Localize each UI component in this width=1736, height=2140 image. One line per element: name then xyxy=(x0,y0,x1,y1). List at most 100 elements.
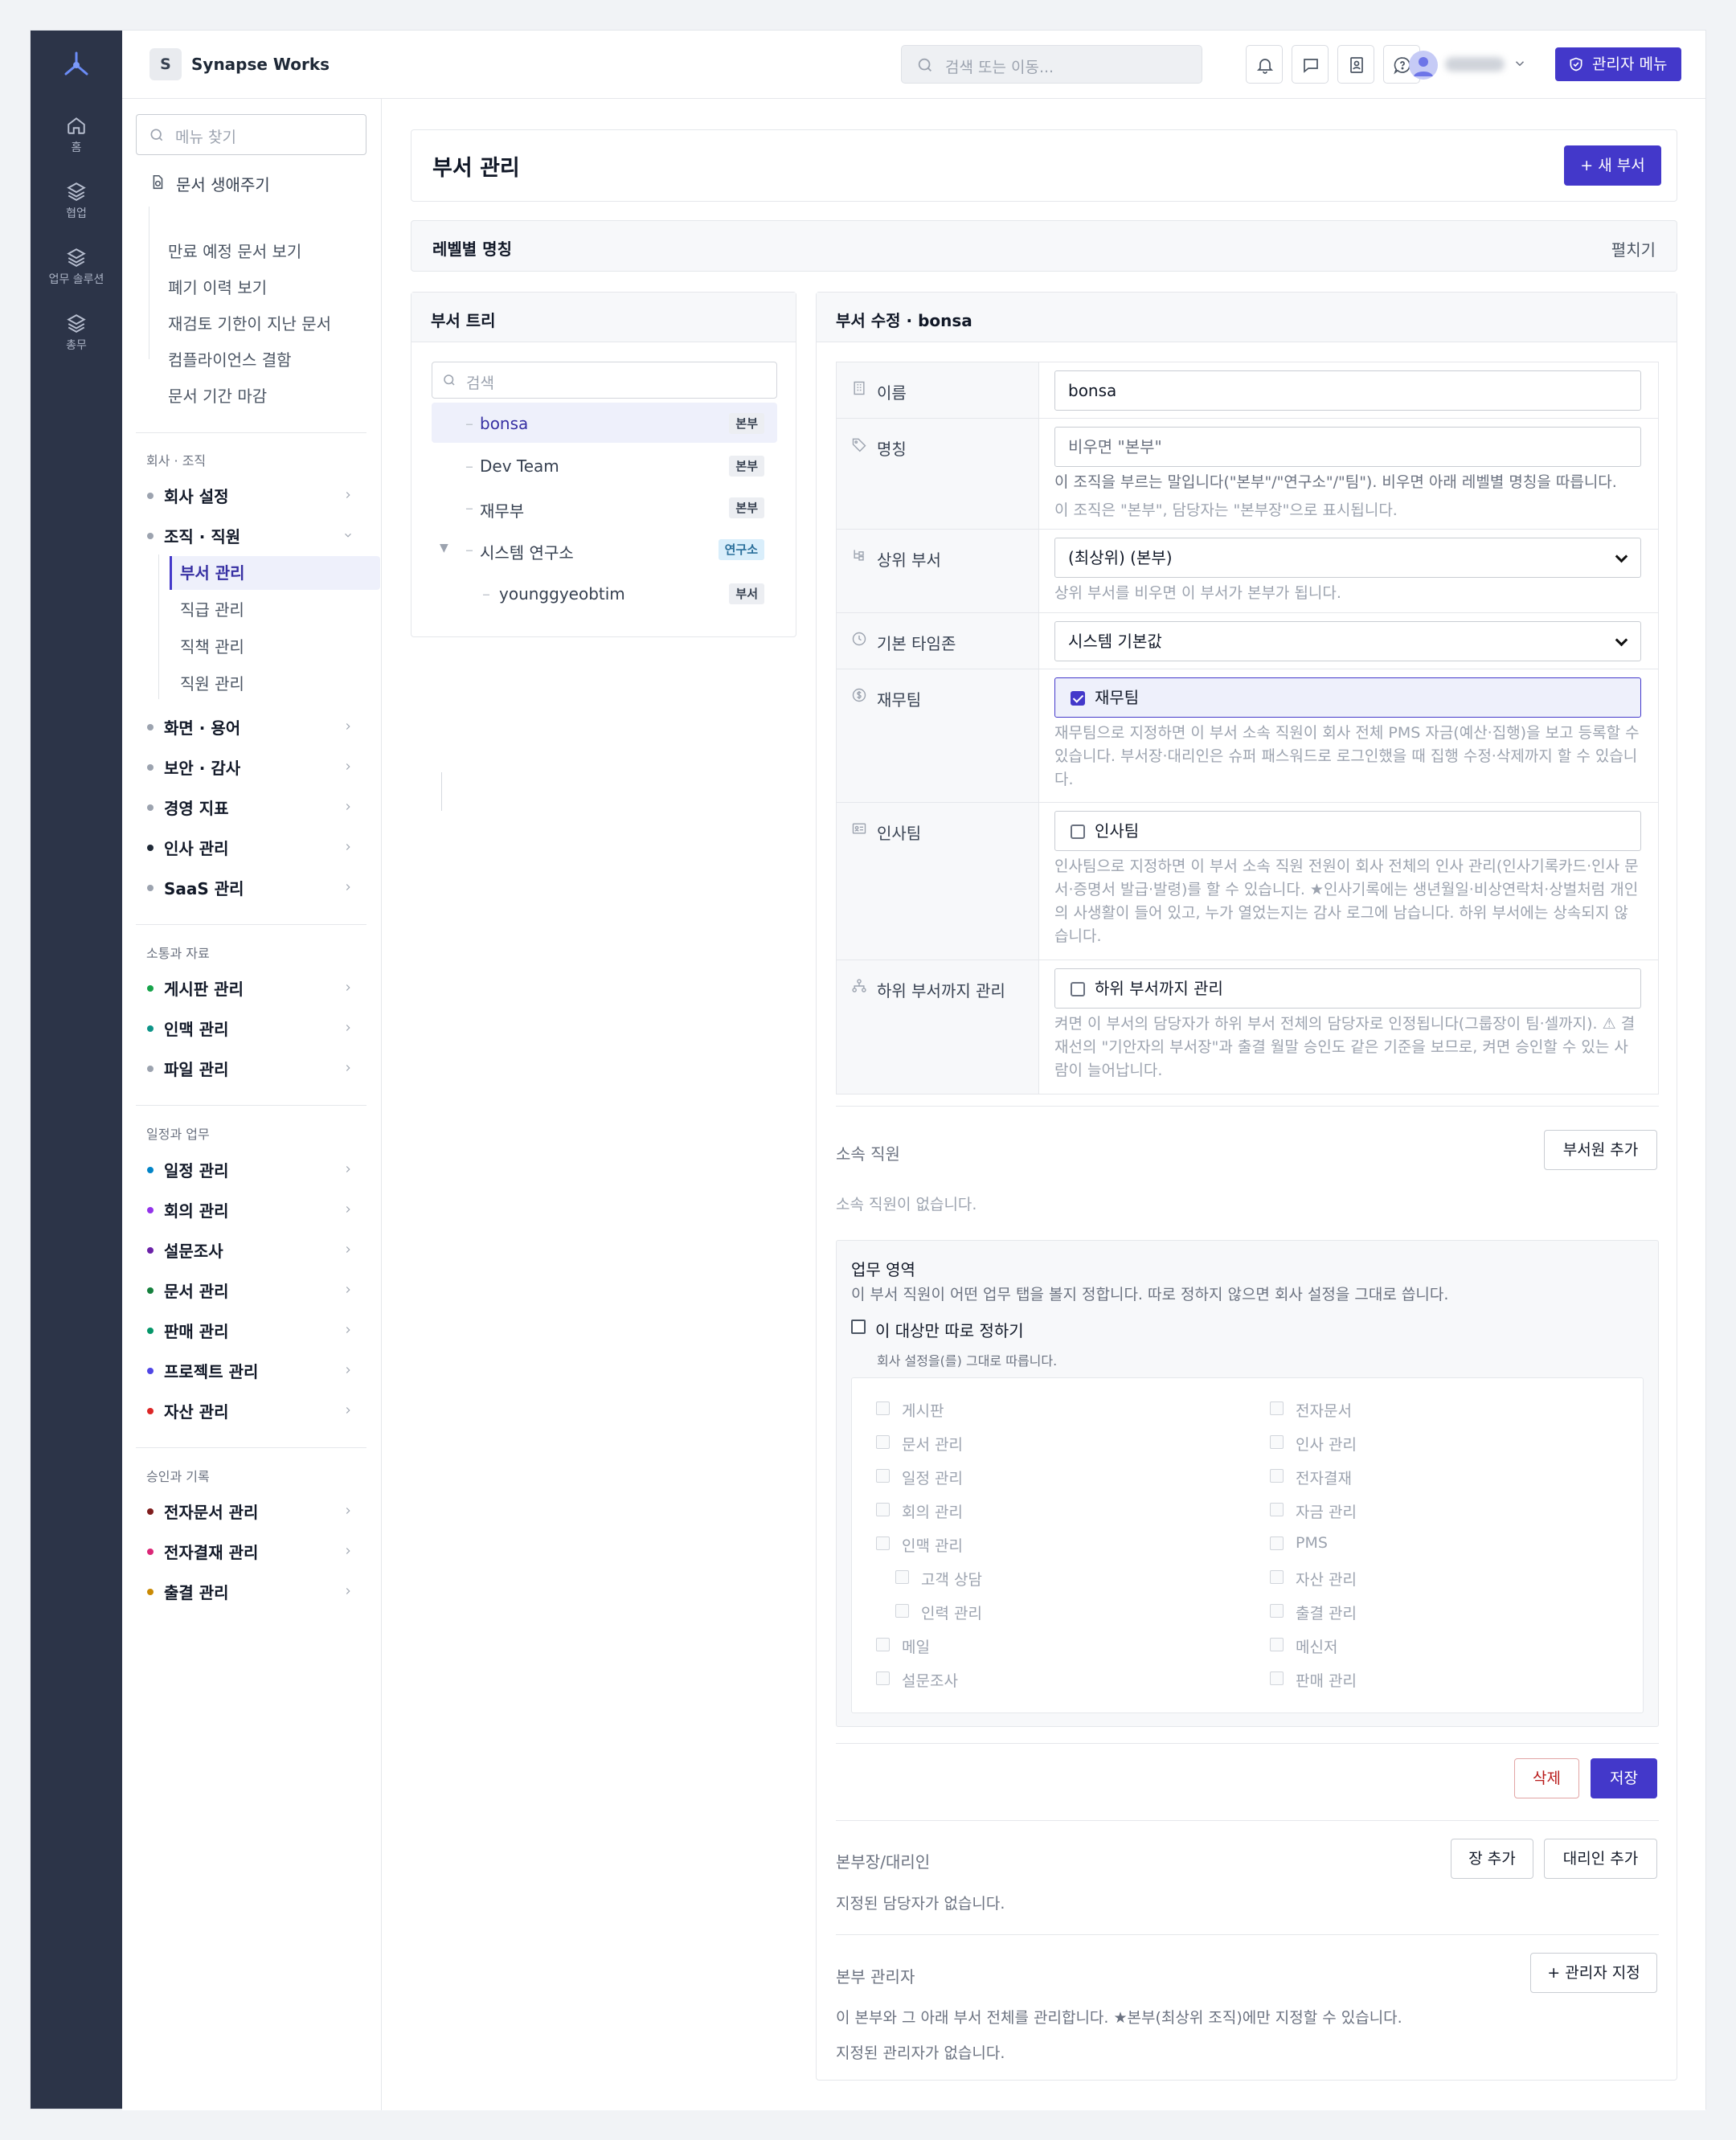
tree-node-bonsa[interactable]: – bonsa 본부 xyxy=(432,403,777,443)
tree-node-system-lab[interactable]: ▼ – 시스템 연구소 연구소 xyxy=(432,529,777,569)
admin-menu-label: 관리자 메뉴 xyxy=(1592,55,1668,73)
expand-toggle[interactable]: 펼치기 xyxy=(1611,237,1656,260)
sidebar-item-department-management[interactable]: 부서 관리 xyxy=(170,556,380,590)
sidebar-item-document-management[interactable]: 문서 관리 xyxy=(146,1276,363,1303)
rail-item-general[interactable]: 총무 xyxy=(31,313,122,353)
department-tree-card: 부서 트리 검색 – bonsa 본부 – Dev Team 본부 – 재무부 … xyxy=(411,292,796,811)
app-logo-icon[interactable] xyxy=(59,48,93,82)
module-checkbox-edoc: 전자문서 xyxy=(1270,1399,1352,1421)
chevron-right-icon xyxy=(346,844,350,850)
tree-node-finance[interactable]: – 재무부 본부 xyxy=(432,487,777,527)
sidebar-item-business-metrics[interactable]: 경영 지표 xyxy=(146,793,363,820)
sidebar-item-file-management[interactable]: 파일 관리 xyxy=(146,1054,363,1082)
rail-item-solutions[interactable]: 업무 솔루션 xyxy=(31,247,122,287)
designation-input[interactable]: 비우면 "본부" xyxy=(1054,427,1641,467)
lifecycle-item[interactable]: 만료 예정 문서 보기 xyxy=(168,239,301,262)
sidebar-item-network-management[interactable]: 인맥 관리 xyxy=(146,1014,363,1041)
form-row-name: 이름 bonsa xyxy=(837,362,1658,419)
id-card-icon xyxy=(852,823,866,834)
form-label: 기본 타임존 xyxy=(837,613,1039,669)
sidebar-item-meeting-management[interactable]: 회의 관리 xyxy=(146,1196,363,1223)
name-input[interactable]: bonsa xyxy=(1054,370,1641,411)
sidebar-item-project-management[interactable]: 프로젝트 관리 xyxy=(146,1356,363,1384)
sidebar-item-security-audit[interactable]: 보안 · 감사 xyxy=(146,753,363,780)
sidebar-divider xyxy=(136,1447,366,1448)
own-scope-subtext: 회사 설정을(를) 그대로 따릅니다. xyxy=(877,1353,1058,1369)
avatar[interactable] xyxy=(1409,51,1438,80)
sidebar-item-board-management[interactable]: 게시판 관리 xyxy=(146,974,363,1001)
scope-title: 업무 영역 xyxy=(851,1260,915,1279)
delete-button[interactable]: 삭제 xyxy=(1514,1758,1579,1798)
sidebar-item-sales-management[interactable]: 판매 관리 xyxy=(146,1316,363,1344)
module-checkbox-messenger: 메신저 xyxy=(1270,1635,1337,1657)
admin-menu-button[interactable]: 관리자 메뉴 xyxy=(1555,47,1681,81)
chevron-down-icon xyxy=(345,533,351,538)
sidebar-item-company-settings[interactable]: 회사 설정 xyxy=(146,481,363,509)
user-name-redacted[interactable] xyxy=(1445,57,1505,72)
sidebar-item-rank-management[interactable]: 직급 관리 xyxy=(170,593,380,627)
chevron-right-icon xyxy=(346,1166,350,1172)
chevron-right-icon xyxy=(346,804,350,810)
sidebar-item-survey[interactable]: 설문조사 xyxy=(146,1236,363,1263)
parent-select[interactable]: (최상위) (본부) xyxy=(1054,538,1641,578)
rail-item-home[interactable]: 홈 xyxy=(31,115,122,155)
add-deputy-button[interactable]: 대리인 추가 xyxy=(1544,1839,1657,1879)
chevron-right-icon xyxy=(346,1246,350,1253)
lifecycle-item[interactable]: 재검토 기한이 지난 문서 xyxy=(168,311,331,334)
tree-search-input[interactable]: 검색 xyxy=(432,362,777,399)
status-dot xyxy=(147,804,154,811)
sidebar-item-attendance-management[interactable]: 출결 관리 xyxy=(146,1577,363,1605)
manage-subdepartments-checkbox[interactable]: 하위 부서까지 관리 xyxy=(1054,968,1641,1009)
timezone-select[interactable]: 시스템 기본값 xyxy=(1054,621,1641,661)
sidebar-item-edoc-management[interactable]: 전자문서 관리 xyxy=(146,1497,363,1524)
form-label: 재무팀 xyxy=(837,669,1039,802)
sidebar-item-approval-management[interactable]: 전자결재 관리 xyxy=(146,1537,363,1565)
workspace-name[interactable]: Synapse Works xyxy=(191,55,330,74)
sidebar-item-position-management[interactable]: 직책 관리 xyxy=(170,630,380,664)
level-names-panel[interactable]: 레벨별 명칭 펼치기 xyxy=(411,220,1677,272)
own-scope-checkbox[interactable]: 이 대상만 따로 정하기 xyxy=(851,1318,1024,1341)
rail-item-collab[interactable]: 협업 xyxy=(31,181,122,221)
hr-team-checkbox[interactable]: 인사팀 xyxy=(1054,811,1641,851)
lifecycle-item[interactable]: 컴플라이언스 결함 xyxy=(168,347,292,370)
main-content: 부서 관리 + 새 부서 레벨별 명칭 펼치기 부서 트리 검색 – bonsa… xyxy=(382,99,1705,2110)
add-member-button[interactable]: 부서원 추가 xyxy=(1544,1130,1657,1170)
workspace-badge[interactable]: S xyxy=(149,48,182,80)
type-badge: 본부 xyxy=(729,456,764,477)
sidebar-item-employee-management[interactable]: 직원 관리 xyxy=(170,667,380,701)
global-search-input[interactable]: 검색 또는 이동... xyxy=(901,45,1202,84)
assign-admin-button[interactable]: + 관리자 지정 xyxy=(1530,1953,1657,1993)
heads-empty: 지정된 담당자가 없습니다. xyxy=(836,1895,1005,1913)
messages-button[interactable] xyxy=(1292,45,1329,84)
sidebar-item-org-staff[interactable]: 조직 · 직원 xyxy=(146,522,363,549)
add-head-button[interactable]: 장 추가 xyxy=(1451,1839,1533,1879)
tree-node-younggyeobtim[interactable]: – younggyeobtim 부서 xyxy=(432,573,777,613)
layers-icon xyxy=(67,314,86,333)
status-dot xyxy=(147,1328,154,1334)
new-department-button[interactable]: + 새 부서 xyxy=(1564,145,1661,186)
sidebar-item-schedule-management[interactable]: 일정 관리 xyxy=(146,1156,363,1183)
notifications-button[interactable] xyxy=(1246,45,1283,84)
lifecycle-item[interactable]: 폐기 이력 보기 xyxy=(168,275,267,298)
chevron-down-icon[interactable] xyxy=(1513,56,1527,71)
sidebar-item-hr-management[interactable]: 인사 관리 xyxy=(146,833,363,861)
caret-down-icon[interactable]: ▼ xyxy=(440,542,448,554)
save-button[interactable]: 저장 xyxy=(1591,1758,1657,1798)
form-row-timezone: 기본 타임존 시스템 기본값 xyxy=(837,613,1658,669)
menu-search-input[interactable]: 메뉴 찾기 xyxy=(136,114,366,155)
status-dot xyxy=(147,1408,154,1414)
tree-node-dev-team[interactable]: – Dev Team 본부 xyxy=(432,445,777,485)
sidebar-item-screens-terms[interactable]: 화면 · 용어 xyxy=(146,713,363,740)
sidebar-item-saas-management[interactable]: SaaS 관리 xyxy=(146,874,363,901)
finance-team-checkbox[interactable]: 재무팀 xyxy=(1054,677,1641,718)
section-divider xyxy=(836,1934,1659,1935)
status-dot xyxy=(147,1167,154,1173)
user-icon xyxy=(1414,57,1433,76)
sidebar-item-asset-management[interactable]: 자산 관리 xyxy=(146,1397,363,1424)
scope-description: 이 부서 직원이 어떤 업무 탭을 볼지 정합니다. 따로 정하지 않으면 회사… xyxy=(851,1286,1449,1303)
status-dot xyxy=(147,1247,154,1254)
contacts-button[interactable] xyxy=(1337,45,1374,84)
edit-title: 부서 수정 · bonsa xyxy=(836,311,972,330)
status-dot xyxy=(147,845,154,851)
lifecycle-item[interactable]: 문서 기간 마감 xyxy=(168,383,267,407)
